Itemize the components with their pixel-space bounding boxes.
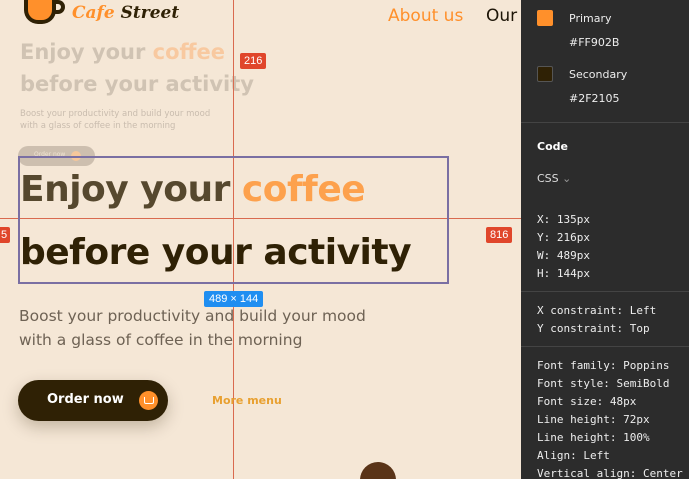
logo-text: Cafe Street [72,3,180,23]
ghost-hero-title: Enjoy your coffee before your activity [20,40,254,96]
logo[interactable]: Cafe Street [22,0,179,30]
design-canvas[interactable]: Cafe Street About us Our Enjoy your coff… [0,0,521,479]
constraints-block[interactable]: X constraint: Left Y constraint: Top [537,302,656,338]
nav-our[interactable]: Our [486,6,517,26]
hero-subtitle[interactable]: Boost your productivity and build your m… [19,304,379,352]
color-hex[interactable]: #2F2105 [569,92,620,105]
typography-block[interactable]: Font family: Poppins Font style: SemiBold… [537,357,683,479]
selection-box[interactable] [18,156,449,284]
code-heading: Code [537,140,568,153]
distance-badge-left: 5 [0,227,11,243]
distance-badge-top: 216 [240,53,267,69]
color-name: Primary [569,12,612,25]
chevron-down-icon: ⌄ [562,172,572,185]
more-menu-link[interactable]: More menu [212,394,282,407]
primary-swatch[interactable] [537,10,553,26]
nav-about-us[interactable]: About us [388,6,463,26]
order-now-button[interactable]: Order now [18,380,168,421]
language-select[interactable]: CSS ⌄ [537,172,571,185]
ghost-hero-subtitle: Boost your productivity and build your m… [20,109,211,131]
divider [521,122,689,123]
cart-icon [139,391,158,410]
coffee-cup-icon [22,0,66,30]
position-block[interactable]: X: 135px Y: 216px W: 489px H: 144px [537,211,590,283]
distance-badge-right: 816 [486,227,513,243]
inspector-panel: Primary #FF902B Secondary #2F2105 Code C… [521,0,689,479]
divider [521,346,689,347]
color-hex[interactable]: #FF902B [569,36,619,49]
secondary-swatch[interactable] [537,66,553,82]
color-name: Secondary [569,68,628,81]
coffee-image [360,462,396,479]
divider [521,291,689,292]
